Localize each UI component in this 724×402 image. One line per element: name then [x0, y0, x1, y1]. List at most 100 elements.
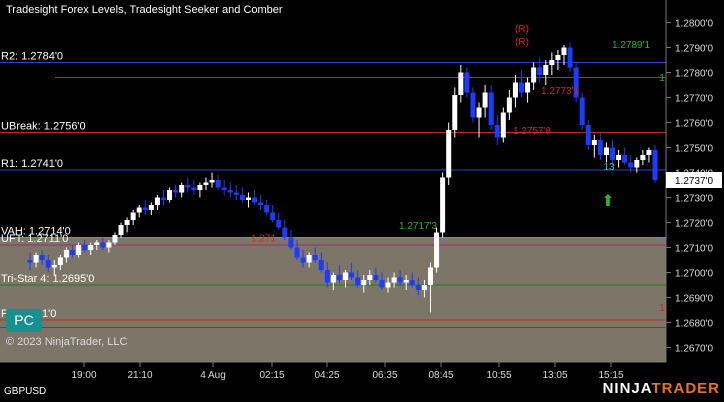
- level-label: UBreak: 1.2756'0: [1, 121, 86, 133]
- annotation-label: 1.2773'1: [541, 86, 579, 97]
- bar-body: [646, 150, 652, 155]
- bar-body: [397, 277, 403, 283]
- bar-body: [434, 232, 440, 268]
- bar-body: [427, 267, 433, 285]
- annotation-label: 13: [603, 162, 615, 173]
- bar-body: [591, 140, 597, 145]
- x-tick-label: 21:10: [127, 370, 152, 381]
- current-price-tag: 1.2737'0: [666, 172, 722, 188]
- bar-body: [403, 280, 409, 283]
- x-tick-label: 04:25: [314, 370, 339, 381]
- bar-body: [616, 155, 622, 160]
- bar-body: [555, 55, 561, 60]
- bar-body: [154, 197, 160, 205]
- bar-body: [415, 285, 421, 290]
- bar-body: [33, 255, 39, 263]
- level-label: Tri-Star 4: 1.2695'0: [1, 273, 94, 285]
- bar-body: [100, 242, 106, 248]
- brand-part-trader: TRADER: [651, 380, 720, 397]
- annotation-label: (R): [515, 37, 529, 48]
- bar-body: [306, 255, 312, 263]
- y-tick-label: 1.2680'0: [675, 319, 713, 330]
- bar-body: [185, 185, 191, 188]
- level-label: UFT: 1.2711'0: [1, 233, 68, 245]
- bar-body: [494, 125, 500, 138]
- y-tick-label: 1.2670'0: [675, 344, 713, 355]
- bar-body: [409, 280, 415, 285]
- bar-body: [142, 207, 148, 210]
- x-tick-label: 13:05: [542, 370, 567, 381]
- y-tick-label: 1.2750'0: [675, 144, 713, 155]
- y-tick-label: 1.2720'0: [675, 219, 713, 230]
- bar-body: [355, 277, 361, 285]
- bar-body: [130, 212, 136, 220]
- bar-body: [312, 255, 318, 260]
- annotation-label: (R): [515, 24, 529, 35]
- x-axis: 19:00 21:10 4 Aug 02:15 04:25 06:35 08:45 10:55…: [71, 362, 624, 381]
- bar-body: [191, 187, 197, 190]
- bar-body: [203, 182, 209, 185]
- bar-body: [57, 257, 63, 265]
- bar-body: [245, 197, 251, 200]
- bar-body: [227, 190, 233, 193]
- bar-body: [136, 207, 142, 213]
- x-tick-label: 02:15: [259, 370, 284, 381]
- copyright: © 2023 NinjaTrader, LLC: [6, 336, 128, 348]
- level-label: R2: 1.2784'0: [1, 51, 63, 63]
- bar-body: [330, 275, 336, 283]
- arrow-up-icon: ⬆: [601, 193, 614, 210]
- y-tick-label: 1.2790'0: [675, 44, 713, 55]
- annotation-label: 1: [659, 303, 665, 314]
- bar-body: [252, 197, 258, 203]
- bar-body: [531, 67, 537, 83]
- bar-body: [464, 72, 470, 93]
- chart-title: Tradesight Forex Levels, Tradesight Seek…: [6, 4, 283, 16]
- price-tag-label: 1.2737'0: [675, 176, 713, 187]
- bar-body: [239, 195, 245, 200]
- bar-body: [610, 147, 616, 160]
- bar-body: [288, 237, 294, 248]
- bar-body: [63, 250, 69, 258]
- y-tick-label: 1.2800'0: [675, 19, 713, 30]
- annotation-label: 1: [659, 73, 665, 84]
- bar-body: [270, 212, 276, 220]
- annotation-label: 1.271: [251, 234, 276, 245]
- bar-body: [525, 82, 531, 93]
- bar-body: [282, 227, 288, 238]
- bar-body: [27, 260, 33, 263]
- x-tick-label: 06:35: [372, 370, 397, 381]
- bar-body: [106, 242, 112, 248]
- bar-body: [173, 190, 179, 193]
- bar-body: [506, 97, 512, 113]
- bar-body: [45, 260, 51, 268]
- bar-body: [69, 250, 75, 255]
- bar-body: [209, 180, 215, 183]
- bar-body: [488, 92, 494, 125]
- bar-body: [148, 205, 154, 210]
- bar-body: [579, 97, 585, 125]
- bar-body: [276, 220, 282, 228]
- bar-body: [179, 185, 185, 193]
- bar-body: [112, 235, 118, 243]
- bar-body: [118, 225, 124, 235]
- bar-body: [318, 260, 324, 270]
- bar-body: [640, 155, 646, 160]
- y-tick-label: 1.2770'0: [675, 94, 713, 105]
- bar-body: [167, 190, 173, 200]
- bar-body: [361, 280, 367, 285]
- pc-badge-button[interactable]: PC: [6, 309, 42, 332]
- bar-body: [264, 205, 270, 213]
- bar-body: [82, 245, 88, 250]
- bar-body: [300, 257, 306, 263]
- bar-body: [597, 140, 603, 155]
- bar-body: [652, 150, 658, 180]
- bar-body: [215, 180, 221, 188]
- bar-body: [324, 270, 330, 283]
- bar-body: [76, 245, 82, 255]
- bar-body: [373, 275, 379, 280]
- x-tick-label: 4 Aug: [200, 370, 226, 381]
- bar-body: [421, 285, 427, 290]
- annotation-label: 1.2757'8: [513, 126, 551, 137]
- bar-body: [379, 280, 385, 288]
- annotation-label: 1.2789'1: [612, 40, 650, 51]
